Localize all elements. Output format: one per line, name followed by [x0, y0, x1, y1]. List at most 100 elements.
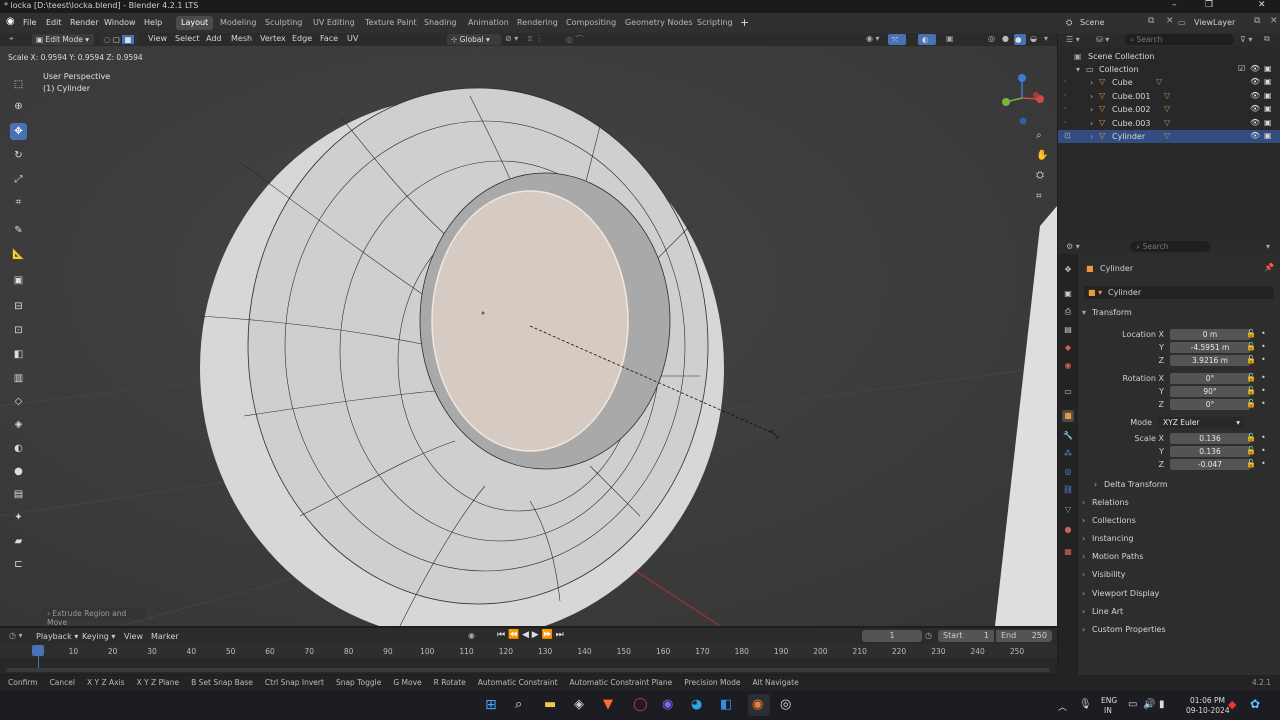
edge-slide-tool-icon[interactable]: ▤: [10, 486, 27, 503]
object-tab-icon[interactable]: ■: [1062, 410, 1074, 422]
render-camera-icon[interactable]: ▣: [1264, 131, 1272, 140]
select-mode-buttons[interactable]: ◌ ▢ ■: [100, 34, 138, 45]
auto-key-icon[interactable]: ◉: [468, 631, 475, 640]
outliner-editor-icon[interactable]: ☰ ▾: [1066, 35, 1080, 44]
tab-compositing[interactable]: Compositing: [561, 16, 621, 30]
start-frame-field[interactable]: Start 1: [938, 630, 994, 642]
move-tool-icon[interactable]: ✥: [10, 123, 27, 140]
timeline-scrollbar[interactable]: [6, 668, 1050, 672]
timeline-menu-keying[interactable]: Keying ▾: [82, 632, 115, 641]
vp-menu-add[interactable]: Add: [206, 34, 222, 43]
menu-render[interactable]: Render: [70, 18, 98, 27]
perspective-grid-icon[interactable]: ⌗: [1036, 191, 1042, 202]
gizmo-toggle-icon[interactable]: ⤧: [888, 34, 906, 45]
dot-icon[interactable]: ·: [1064, 77, 1067, 86]
playback-controls[interactable]: ⏮ ⏪ ◀ ▶ ⏩ ⏭: [497, 630, 564, 640]
chrome-icon[interactable]: ◎: [780, 697, 791, 712]
menu-window[interactable]: Window: [104, 18, 136, 27]
select-tool-icon[interactable]: ⬚: [10, 76, 27, 93]
keyframe-dot-icon[interactable]: •: [1261, 329, 1266, 338]
render-camera-icon[interactable]: ▣: [1264, 104, 1272, 113]
scene-tab-icon[interactable]: ◆: [1062, 342, 1074, 354]
xray-icon[interactable]: ▣: [946, 34, 954, 43]
shading-wireframe-icon[interactable]: ◎: [988, 34, 995, 43]
particles-tab-icon[interactable]: ⁂: [1062, 448, 1074, 460]
panel-motion-paths[interactable]: › Motion Paths: [1082, 552, 1276, 568]
3d-viewport[interactable]: ⤡ Scale X: 0.9594 Y: 0.9594 Z: 0.9594 Us…: [0, 46, 1057, 626]
menu-edit[interactable]: Edit: [46, 18, 62, 27]
shading-solid-icon[interactable]: ●: [1002, 34, 1009, 43]
tab-shading[interactable]: Shading: [419, 16, 462, 30]
new-scene-icon[interactable]: ⧉: [1148, 16, 1154, 26]
editor-type-icon[interactable]: ⌖: [9, 34, 14, 44]
keyframe-dot-icon[interactable]: •: [1261, 373, 1266, 382]
tab-layout[interactable]: Layout: [176, 16, 214, 30]
opera-icon[interactable]: ◯: [633, 697, 648, 712]
scale-z-field[interactable]: -0.047: [1170, 459, 1250, 470]
rotation-z-field[interactable]: 0°: [1170, 399, 1250, 410]
rotate-tool-icon[interactable]: ↻: [10, 147, 27, 164]
outliner-item-cube-003[interactable]: · › ▽ Cube.003 ▽ 👁 ▣: [1058, 117, 1280, 130]
object-name-field[interactable]: ■ ▾ Cylinder: [1084, 286, 1274, 299]
vscode-icon[interactable]: ◧: [720, 697, 732, 712]
panel-collections[interactable]: › Collections: [1082, 516, 1276, 532]
inset-tool-icon[interactable]: ⊡: [10, 322, 27, 339]
proportional-edit-icon[interactable]: ◎ ⌒: [566, 34, 584, 45]
new-view-layer-icon[interactable]: ⧉: [1254, 16, 1260, 26]
tab-uv-editing[interactable]: UV Editing: [308, 16, 360, 30]
edge-browser-icon[interactable]: ◕: [691, 697, 702, 712]
clock-time[interactable]: 01:06 PM: [1190, 696, 1225, 705]
expand-arrow-icon[interactable]: ›: [1090, 119, 1093, 128]
zoom-icon[interactable]: ⌕: [1036, 130, 1042, 141]
add-cube-tool-icon[interactable]: ▣: [10, 272, 27, 289]
annotate-tool-icon[interactable]: ✎: [10, 222, 27, 239]
mesh-data-icon[interactable]: ▽: [1156, 77, 1162, 86]
tab-geometry-nodes[interactable]: Geometry Nodes: [620, 16, 697, 30]
camera-icon[interactable]: ⛭: [1036, 170, 1044, 181]
mode-selector[interactable]: ▣ Edit Mode ▾: [32, 34, 94, 45]
render-camera-icon[interactable]: ▣: [1264, 118, 1272, 127]
panel-relations[interactable]: › Relations: [1082, 498, 1276, 514]
visibility-eye-icon[interactable]: 👁: [1250, 91, 1260, 100]
lock-icon[interactable]: 🔓: [1246, 386, 1256, 395]
expand-arrow-icon[interactable]: ›: [1090, 132, 1093, 141]
vp-menu-edge[interactable]: Edge: [292, 34, 312, 43]
rotation-mode-select[interactable]: XYZ Euler ▾: [1158, 417, 1244, 428]
keyframe-dot-icon[interactable]: •: [1261, 433, 1266, 442]
collection-tab-icon[interactable]: ▭: [1062, 386, 1074, 398]
data-tab-icon[interactable]: ▽: [1062, 504, 1074, 516]
close-icon[interactable]: ✕: [1258, 0, 1266, 10]
shading-rendered-icon[interactable]: ◒: [1030, 34, 1037, 43]
outliner-item-cube-002[interactable]: · › ▽ Cube.002 ▽ 👁 ▣: [1058, 103, 1280, 116]
lock-icon[interactable]: 🔓: [1246, 446, 1256, 455]
vp-menu-select[interactable]: Select: [175, 34, 200, 43]
vp-menu-uv[interactable]: UV: [347, 34, 358, 43]
spin-tool-icon[interactable]: ◐: [10, 440, 27, 457]
rotation-y-field[interactable]: 90°: [1170, 386, 1250, 397]
physics-tab-icon[interactable]: ◎: [1062, 466, 1074, 478]
dot-icon[interactable]: ·: [1064, 104, 1067, 113]
timeline-menu-marker[interactable]: Marker: [151, 632, 179, 641]
timeline-area[interactable]: 1102030405060708090100110120130140150160…: [0, 644, 1057, 674]
scale-tool-icon[interactable]: ⤢: [10, 171, 27, 188]
properties-editor-icon[interactable]: ⚙ ▾: [1066, 242, 1080, 251]
properties-search-input[interactable]: ⌕ Search: [1130, 241, 1210, 252]
measure-tool-icon[interactable]: 📐: [10, 246, 27, 263]
current-frame-field[interactable]: 1: [862, 630, 922, 642]
outliner-scene-collection[interactable]: ▣ Scene Collection: [1058, 50, 1280, 63]
copilot-icon[interactable]: ✿: [1250, 697, 1260, 711]
menu-help[interactable]: Help: [144, 18, 162, 27]
lock-icon[interactable]: 🔓: [1246, 459, 1256, 468]
world-tab-icon[interactable]: ◉: [1062, 360, 1074, 372]
shear-tool-icon[interactable]: ▰: [10, 533, 27, 550]
monitor-icon[interactable]: ▭: [1128, 699, 1137, 710]
cursor-tool-icon[interactable]: ⊕: [10, 98, 27, 115]
dot-icon[interactable]: ·: [1064, 91, 1067, 100]
dot-icon[interactable]: ·: [1064, 118, 1067, 127]
mesh-data-icon[interactable]: ▽: [1164, 118, 1170, 127]
modifier-tab-icon[interactable]: 🔧: [1062, 430, 1074, 442]
shading-material-icon[interactable]: ●: [1014, 34, 1026, 45]
visibility-eye-icon[interactable]: 👁: [1250, 77, 1260, 86]
tab-animation[interactable]: Animation: [463, 16, 514, 30]
notification-icon[interactable]: ◆: [1228, 698, 1236, 711]
